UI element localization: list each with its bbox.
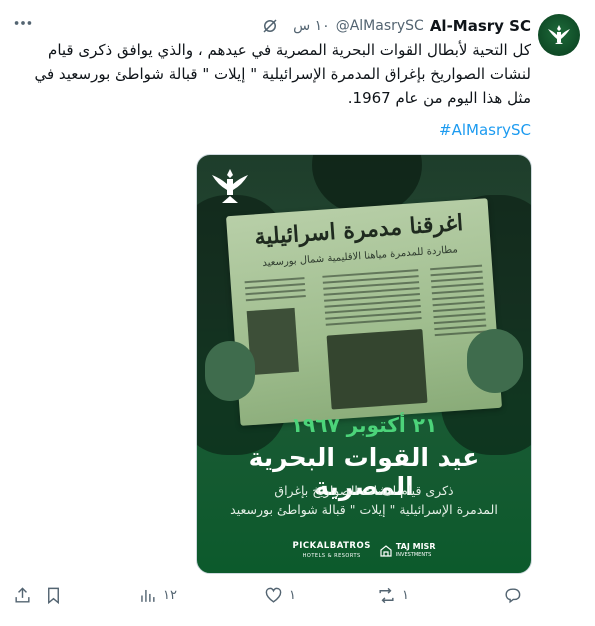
event-subtitle-line: ذكرى قيام لنشات الصواريخ بإغراق xyxy=(274,483,454,498)
sponsor-name: TAJ MISR xyxy=(395,542,436,551)
post-time[interactable]: ١٠ س xyxy=(293,18,330,34)
avatar[interactable] xyxy=(538,14,580,56)
tweet-header: Al-Masry SC @AlMasrySC ١٠ س xyxy=(261,15,531,37)
views-chart-icon xyxy=(141,589,155,602)
views-button[interactable]: ١٢ xyxy=(138,584,177,606)
heart-icon xyxy=(265,587,282,603)
event-subtitle: ذكرى قيام لنشات الصواريخ بإغراق المدمرة … xyxy=(197,481,531,519)
share-button[interactable] xyxy=(13,584,32,606)
event-subtitle-line: المدمرة الإسرائيلية " إيلات " قبالة شواط… xyxy=(230,502,498,517)
repost-button[interactable]: ١ xyxy=(377,584,409,606)
sponsor-logos: PICKALBATROS HOTELS & RESORTS TAJ MISR I… xyxy=(197,541,531,561)
club-crest-icon xyxy=(212,169,248,203)
views-count: ١٢ xyxy=(163,587,177,603)
event-date: ٢١ أكتوبر ١٩٦٧ xyxy=(290,413,438,437)
sponsor-subtitle: HOTELS & RESORTS xyxy=(302,553,361,559)
eagle-logo-icon xyxy=(548,25,570,44)
tweet-image[interactable]: اغرقنا مدمرة اسرائيلية مطاردة للمدمرة مي… xyxy=(196,154,532,574)
sponsor-subtitle: INVESTMENTS xyxy=(395,552,432,558)
bookmark-button[interactable] xyxy=(44,584,63,606)
share-icon xyxy=(15,586,30,603)
like-button[interactable]: ١ xyxy=(264,584,296,606)
newspaper-photo xyxy=(326,328,428,410)
author-name[interactable]: Al-Masry SC xyxy=(430,17,531,35)
reply-button[interactable] xyxy=(503,584,528,606)
sponsor-taj-misr: TAJ MISR INVESTMENTS xyxy=(379,542,436,559)
newspaper: اغرقنا مدمرة اسرائيلية مطاردة للمدمرة مي… xyxy=(225,198,503,426)
reply-icon xyxy=(505,587,521,603)
hand-left xyxy=(205,341,255,401)
sponsor-name: PICKALBATROS xyxy=(292,541,371,551)
tweet-actions: ١٢ ١ ١ xyxy=(0,584,595,608)
sponsor-pickalbatros: PICKALBATROS HOTELS & RESORTS xyxy=(293,541,371,561)
taj-misr-logo-icon xyxy=(380,545,392,557)
bookmark-icon xyxy=(48,587,59,604)
repost-icon xyxy=(379,587,394,603)
likes-count: ١ xyxy=(289,587,296,603)
more-horizontal-icon[interactable] xyxy=(12,12,34,34)
author-handle[interactable]: @AlMasrySC xyxy=(336,18,424,34)
grok-icon[interactable] xyxy=(261,17,279,35)
tweet-text: كل التحية لأبطال القوات البحرية المصرية … xyxy=(34,41,531,107)
tweet[interactable]: Al-Masry SC @AlMasrySC ١٠ س كل التحية لأ… xyxy=(0,0,595,626)
hashtag-link[interactable]: #AlMasrySC xyxy=(439,121,531,139)
reposts-count: ١ xyxy=(402,587,409,603)
hand-right xyxy=(467,329,523,393)
